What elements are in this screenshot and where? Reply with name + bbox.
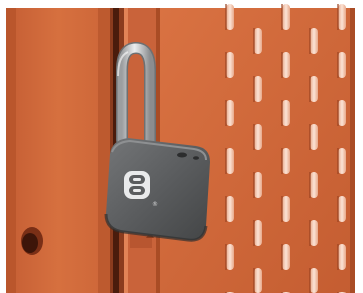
ventilation-slot-edge [337,100,339,126]
ventilation-slot [338,4,346,30]
ventilation-slot-edge [225,148,227,174]
ventilation-slot-edge [253,124,255,150]
ventilation-slot-edge [225,4,227,30]
ventilation-slot-edge [253,268,255,293]
ventilation-slot [282,196,290,222]
ventilation-slot [282,148,290,174]
left-locker-door [6,8,110,293]
ventilation-slot [338,244,346,270]
ventilation-slot-edge [337,148,339,174]
ventilation-slot-edge [281,244,283,270]
ventilation-slot [310,268,318,293]
ventilation-slot [282,100,290,126]
ventilation-slot [338,148,346,174]
ventilation-slot [226,52,234,78]
ventilation-slot-edge [309,124,311,150]
ventilation-slot [226,196,234,222]
ventilation-slot-edge [281,100,283,126]
ventilation-slot [254,268,262,293]
ventilation-slot-edge [253,220,255,246]
keyhole [177,152,187,158]
ventilation-slot-edge [281,196,283,222]
ventilation-slot [226,100,234,126]
ventilation-slot [338,100,346,126]
figure-eight-logo-icon [124,171,150,199]
ventilation-slot-edge [281,148,283,174]
ventilation-slot [310,28,318,54]
ventilation-slot [338,52,346,78]
padlock-body: ® [104,138,210,242]
ventilation-slot [226,244,234,270]
ventilation-slot-edge [309,172,311,198]
ventilation-slot [310,172,318,198]
photo-scene: ® [0,0,363,293]
ventilation-slot [226,4,234,30]
ventilation-slot [282,4,290,30]
ventilation-slot [226,148,234,174]
ventilation-slot-edge [281,52,283,78]
registered-mark: ® [152,201,158,208]
ventilation-slot [310,124,318,150]
ventilation-slot-edge [253,28,255,54]
ventilation-slot [254,124,262,150]
ventilation-slot-edge [309,76,311,102]
ventilation-slot-edge [337,244,339,270]
ventilation-slot-edge [309,268,311,293]
ventilation-slot-edge [281,4,283,30]
ventilation-slot-edge [337,196,339,222]
ventilation-slot [254,76,262,102]
ventilation-slot-edge [337,4,339,30]
ventilation-slot [254,28,262,54]
ventilation-slot-edge [337,52,339,78]
ventilation-slot-edge [225,52,227,78]
ventilation-slot [254,172,262,198]
ventilation-slot-edge [225,100,227,126]
ventilation-slot-edge [309,28,311,54]
ventilation-slot [282,52,290,78]
ventilation-slot-edge [309,220,311,246]
ventilation-slot [282,244,290,270]
ventilation-slot-edge [253,172,255,198]
ventilation-slot [338,196,346,222]
ventilation-slot [310,76,318,102]
ventilation-slot-edge [253,76,255,102]
ventilation-slot-edge [225,196,227,222]
ventilation-slot [254,220,262,246]
locker-photo: ® [0,0,363,293]
ventilation-slot-edge [225,244,227,270]
ventilation-slot [310,220,318,246]
